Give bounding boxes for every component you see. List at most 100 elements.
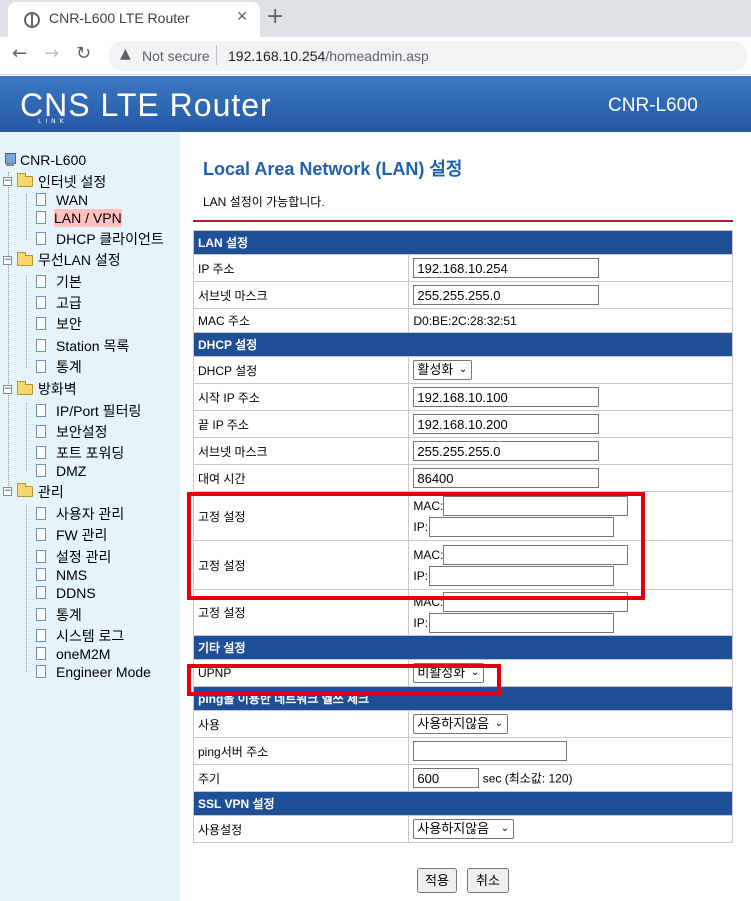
page-icon [36,608,46,621]
ssl-vpn-value: 사용하지않음 [417,821,490,836]
table-row: ping서버 주소 [192,737,733,765]
dhcp-select-value: 활성화 [417,362,454,377]
table-row: IP 주소 [192,254,733,282]
dhcp-subnet-input[interactable] [413,441,600,461]
page-icon [36,211,46,224]
back-icon[interactable]: ← [12,43,27,64]
sidebar-item-advanced[interactable]: 고급 [56,294,82,312]
tree-line [8,172,9,492]
table-row: 서브넷 마스크 [192,281,733,309]
sidebar-item-system-log[interactable]: 시스템 로그 [56,627,124,645]
sidebar-item-ip-port-filter[interactable]: IP/Port 필터링 [56,402,141,420]
table-row: MAC 주소 D0:BE:2C:28:32:51 [192,308,733,333]
sidebar-item-management[interactable]: 관리 [38,483,64,501]
sidebar-item-nms[interactable]: NMS [56,566,87,584]
static-ip-input-3[interactable] [429,613,615,633]
sidebar-item-wan[interactable]: WAN [56,191,88,209]
page-icon [36,446,46,459]
sidebar-item-firewall[interactable]: 방화벽 [38,380,77,398]
dhcp-select[interactable]: 활성화 ⌄ [413,360,473,380]
sidebar-item-ddns[interactable]: DDNS [56,584,96,602]
apply-button[interactable]: 적용 [417,868,457,893]
table-row: 서브넷 마스크 [192,437,733,465]
title-divider [193,220,733,222]
page-icon [36,464,46,477]
browser-tabbar: CNR-L600 LTE Router ✕ + [0,0,751,37]
security-label[interactable]: Not secure [142,48,210,64]
page-icon [36,629,46,642]
mac-value: D0:BE:2C:28:32:51 [408,308,733,333]
model-name: CNR-L600 [608,95,698,116]
sidebar-item-basic[interactable]: 기본 [56,273,82,291]
period-input[interactable] [413,768,480,788]
sidebar-item-fw-management[interactable]: FW 관리 [56,526,107,544]
ping-server-input[interactable] [413,741,568,761]
sidebar-item-internet[interactable]: 인터넷 설정 [38,173,106,191]
page-icon [36,193,46,206]
reload-icon[interactable]: ↻ [76,43,91,64]
sidebar-item-wlan-stats[interactable]: 통계 [56,358,82,376]
chevron-down-icon: ⌄ [494,718,504,729]
start-ip-label: 시작 IP 주소 [192,383,410,411]
sidebar-item-config-management[interactable]: 설정 관리 [56,548,111,566]
url-text[interactable]: 192.168.10.254/homeadmin.asp [228,48,429,64]
section-header-etc: 기타 설정 [193,635,733,660]
new-tab-icon[interactable]: + [266,4,284,29]
forward-icon[interactable]: → [44,43,59,64]
sidebar-item-user-management[interactable]: 사용자 관리 [56,505,124,523]
logo-subtext: LINK [38,118,68,125]
use-label: 사용 [192,710,410,738]
end-ip-input[interactable] [413,414,600,434]
cancel-button[interactable]: 취소 [467,868,509,893]
collapse-icon[interactable]: − [3,256,12,265]
ping-use-select[interactable]: 사용하지않음 ⌄ [413,714,509,734]
period-label: 주기 [192,764,410,792]
page-icon [36,317,46,330]
url-path: /homeadmin.asp [325,48,429,64]
sidebar-item-stats[interactable]: 통계 [56,606,82,624]
close-icon[interactable]: ✕ [236,9,248,25]
collapse-icon[interactable]: − [3,385,12,394]
page-icon [36,550,46,563]
warning-icon[interactable]: ▲ [120,46,131,62]
mac-label: MAC 주소 [192,308,410,333]
sidebar-item-dhcp-client[interactable]: DHCP 클라이언트 [56,230,164,248]
dhcp-subnet-label: 서브넷 마스크 [192,437,410,465]
sidebar-item-station-list[interactable]: Station 목록 [56,337,129,355]
tree-line [26,403,27,471]
subnet-mask-input[interactable] [413,285,600,305]
page-icon [36,568,46,581]
sidebar-item-port-forwarding[interactable]: 포트 포워딩 [56,444,124,462]
table-row: 사용 사용하지않음 ⌄ [192,710,733,738]
section-header-lan: LAN 설정 [193,230,733,255]
page-icon [36,404,46,417]
start-ip-input[interactable] [413,387,600,407]
table-row: 시작 IP 주소 [192,383,733,411]
ssl-vpn-select[interactable]: 사용하지않음 ⌄ [413,819,515,839]
collapse-icon[interactable]: − [3,177,12,186]
ssl-label: 사용설정 [192,815,410,843]
ip-address-input[interactable] [413,258,600,278]
section-header-ssl: SSL VPN 설정 [193,791,733,816]
page-icon [36,296,46,309]
sidebar-item-dmz[interactable]: DMZ [56,462,86,480]
page-icon [36,647,46,660]
sidebar-item-onem2m[interactable]: oneM2M [56,645,110,663]
page-icon [36,425,46,438]
sidebar-item-wireless[interactable]: 무선LAN 설정 [38,251,121,269]
browser-tab[interactable]: CNR-L600 LTE Router ✕ [8,2,260,37]
sidebar-item-security[interactable]: 보안 [56,315,82,333]
sidebar-root[interactable]: CNR-L600 [20,151,86,169]
sidebar-item-engineer-mode[interactable]: Engineer Mode [56,663,151,681]
address-bar[interactable]: ▲ Not secure 192.168.10.254/homeadmin.as… [108,41,748,71]
sidebar-item-security-settings[interactable]: 보안설정 [56,423,108,441]
url-separator [216,45,217,65]
sidebar-item-lan-vpn[interactable]: LAN / VPN [54,209,122,227]
browser-toolbar: ← → ↻ ▲ Not secure 192.168.10.254/homead… [0,37,751,75]
table-row: 주기 sec (최소값: 120) [192,764,733,792]
collapse-icon[interactable]: − [3,487,12,496]
lease-time-input[interactable] [413,468,600,488]
section-header-dhcp: DHCP 설정 [193,332,733,357]
ip-label: IP 주소 [192,254,410,282]
ping-use-value: 사용하지않음 [417,716,490,731]
